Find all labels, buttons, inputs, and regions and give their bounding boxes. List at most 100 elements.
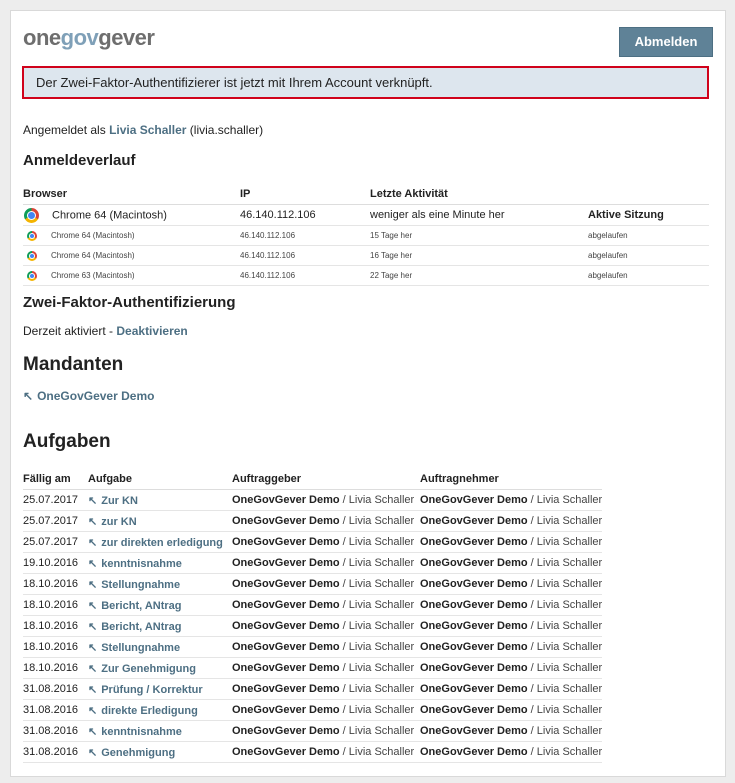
task-responsible: OneGovGever Demo / Livia Schaller xyxy=(420,678,603,700)
mandant-link[interactable]: ↖ OneGovGever Demo xyxy=(23,389,154,403)
task-link[interactable]: ↖ Zur Genehmigung xyxy=(88,657,232,679)
logout-button[interactable]: Abmelden xyxy=(619,27,713,57)
responsible-person: / Livia Schaller xyxy=(530,620,603,632)
logo-part-gov: gov xyxy=(60,25,99,50)
task-link[interactable]: ↖ Bericht, ANtrag xyxy=(88,594,232,616)
responsible-org: OneGovGever Demo xyxy=(420,536,528,548)
issuer-person: / Livia Schaller xyxy=(342,536,415,548)
responsible-person: / Livia Schaller xyxy=(530,746,603,758)
task-title: Zur KN xyxy=(101,494,138,507)
task-link[interactable]: ↖ Zur KN xyxy=(88,489,232,511)
issuer-org: OneGovGever Demo xyxy=(232,725,340,737)
task-due-date: 18.10.2016 xyxy=(23,615,88,637)
task-title: Bericht, ANtrag xyxy=(101,620,182,633)
responsible-person: / Livia Schaller xyxy=(530,578,603,590)
task-title: kenntnisnahme xyxy=(101,725,182,738)
task-responsible: OneGovGever Demo / Livia Schaller xyxy=(420,489,603,511)
chrome-icon xyxy=(27,230,37,241)
last-activity: 16 Tage her xyxy=(370,245,588,266)
task-due-date: 25.07.2017 xyxy=(23,510,88,532)
task-responsible: OneGovGever Demo / Livia Schaller xyxy=(420,657,603,679)
session-status: abgelaufen xyxy=(588,225,709,246)
last-activity: 15 Tage her xyxy=(370,225,588,246)
responsible-person: / Livia Schaller xyxy=(530,704,603,716)
mandant-link-label: OneGovGever Demo xyxy=(37,389,155,403)
responsible-org: OneGovGever Demo xyxy=(420,746,528,758)
chrome-icon xyxy=(27,250,37,261)
task-due-date: 25.07.2017 xyxy=(23,531,88,553)
issuer-org: OneGovGever Demo xyxy=(232,641,340,653)
issuer-person: / Livia Schaller xyxy=(342,599,415,611)
task-row: 31.08.2016 ↖ Prüfung / Korrektur OneGovGeve… xyxy=(23,678,603,700)
task-link[interactable]: ↖ zur direkten erledigung xyxy=(88,531,232,553)
task-row: 18.10.2016 ↖ Zur Genehmigung OneGovGever De… xyxy=(23,657,603,679)
issuer-person: / Livia Schaller xyxy=(342,557,415,569)
history-row: Chrome 64 (Macintosh) 46.140.112.106 16 … xyxy=(23,245,709,266)
history-row: Chrome 63 (Macintosh) 46.140.112.106 22 … xyxy=(23,265,709,286)
ip-address: 46.140.112.106 xyxy=(240,204,370,226)
task-link[interactable]: ↖ Prüfung / Korrektur xyxy=(88,678,232,700)
task-title: zur direkten erledigung xyxy=(101,536,223,549)
responsible-person: / Livia Schaller xyxy=(530,494,603,506)
task-link[interactable]: ↖ Stellungnahme xyxy=(88,573,232,595)
task-responsible: OneGovGever Demo / Livia Schaller xyxy=(420,615,603,637)
arrow-up-left-icon: ↖ xyxy=(88,599,98,612)
task-title: zur KN xyxy=(101,515,137,528)
ip-address: 46.140.112.106 xyxy=(240,245,370,266)
responsible-person: / Livia Schaller xyxy=(530,536,603,548)
task-issuer: OneGovGever Demo / Livia Schaller xyxy=(232,741,420,763)
task-responsible: OneGovGever Demo / Livia Schaller xyxy=(420,531,603,553)
ip-address: 46.140.112.106 xyxy=(240,225,370,246)
task-issuer: OneGovGever Demo / Livia Schaller xyxy=(232,510,420,532)
issuer-org: OneGovGever Demo xyxy=(232,662,340,674)
browser-name: Chrome 63 (Macintosh) xyxy=(51,270,135,280)
responsible-org: OneGovGever Demo xyxy=(420,557,528,569)
issuer-person: / Livia Schaller xyxy=(342,578,415,590)
task-responsible: OneGovGever Demo / Livia Schaller xyxy=(420,552,603,574)
status-message: Der Zwei-Faktor-Authentifizierer ist jet… xyxy=(22,66,709,99)
task-link[interactable]: ↖ Genehmigung xyxy=(88,741,232,763)
browser-name: Chrome 64 (Macintosh) xyxy=(52,208,167,221)
responsible-person: / Livia Schaller xyxy=(530,557,603,569)
responsible-org: OneGovGever Demo xyxy=(420,683,528,695)
task-row: 19.10.2016 ↖ kenntnisnahme OneGovGever Demo… xyxy=(23,552,603,574)
issuer-org: OneGovGever Demo xyxy=(232,557,340,569)
task-link[interactable]: ↖ Stellungnahme xyxy=(88,636,232,658)
task-row: 18.10.2016 ↖ Stellungnahme OneGovGever Demo… xyxy=(23,573,603,595)
task-link[interactable]: ↖ Bericht, ANtrag xyxy=(88,615,232,637)
task-link[interactable]: ↖ direkte Erledigung xyxy=(88,699,232,721)
task-link[interactable]: ↖ zur KN xyxy=(88,510,232,532)
username: (livia.schaller) xyxy=(189,123,264,137)
issuer-org: OneGovGever Demo xyxy=(232,704,340,716)
task-title: Bericht, ANtrag xyxy=(101,599,182,612)
tasks-header-row: Fällig am Aufgabe Auftraggeber Auftragne… xyxy=(23,469,603,490)
task-link[interactable]: ↖ kenntnisnahme xyxy=(88,720,232,742)
task-responsible: OneGovGever Demo / Livia Schaller xyxy=(420,510,603,532)
two-factor-status-text: Derzeit aktiviert - xyxy=(23,324,114,338)
issuer-person: / Livia Schaller xyxy=(342,620,415,632)
ip-address: 46.140.112.106 xyxy=(240,265,370,286)
two-factor-status: Derzeit aktiviert - Deaktivieren xyxy=(23,324,188,338)
user-name-link[interactable]: Livia Schaller xyxy=(109,123,186,137)
issuer-person: / Livia Schaller xyxy=(342,662,415,674)
issuer-org: OneGovGever Demo xyxy=(232,515,340,527)
task-due-date: 18.10.2016 xyxy=(23,636,88,658)
column-header-issuer: Auftraggeber xyxy=(232,469,420,490)
task-due-date: 25.07.2017 xyxy=(23,489,88,511)
last-activity: 22 Tage her xyxy=(370,265,588,286)
chrome-icon xyxy=(27,270,37,281)
session-status: abgelaufen xyxy=(588,245,709,266)
responsible-person: / Livia Schaller xyxy=(530,662,603,674)
tasks-table: Fällig am Aufgabe Auftraggeber Auftragne… xyxy=(23,469,603,763)
issuer-org: OneGovGever Demo xyxy=(232,683,340,695)
arrow-up-left-icon: ↖ xyxy=(88,578,98,591)
column-header-due: Fällig am xyxy=(23,469,88,490)
arrow-up-left-icon: ↖ xyxy=(88,620,98,633)
task-title: Zur Genehmigung xyxy=(101,662,196,675)
responsible-org: OneGovGever Demo xyxy=(420,662,528,674)
onegovgever-logo[interactable]: onegovgever xyxy=(23,25,155,51)
task-responsible: OneGovGever Demo / Livia Schaller xyxy=(420,741,603,763)
logged-in-prefix: Angemeldet als xyxy=(23,123,106,137)
task-link[interactable]: ↖ kenntnisnahme xyxy=(88,552,232,574)
deactivate-link[interactable]: Deaktivieren xyxy=(116,324,187,338)
